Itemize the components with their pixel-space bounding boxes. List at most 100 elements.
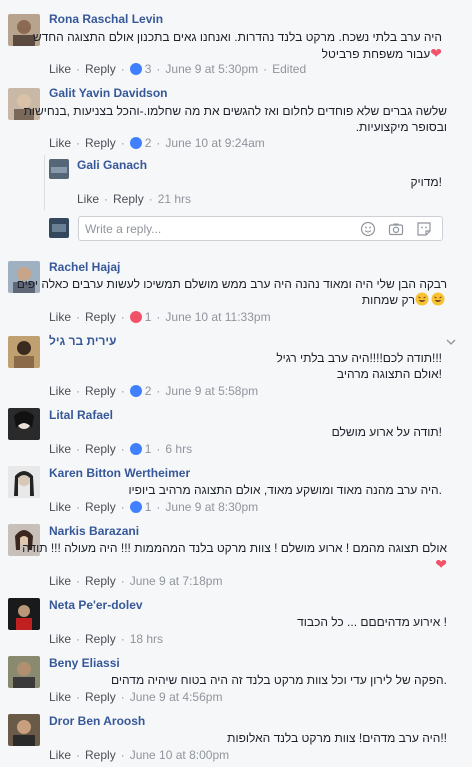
comment-text-line2: ובסופר מיקצועיות. [355, 120, 447, 134]
like-link[interactable]: Like [49, 136, 71, 150]
comment-text-line2: ❤ [435, 556, 447, 573]
like-link[interactable]: Like [49, 500, 71, 514]
laughing-emoji-icon [431, 292, 445, 306]
comment-actions: Like · Reply · June 10 at 8:00pm [49, 748, 230, 762]
timestamp[interactable]: June 10 at 8:00pm [130, 748, 229, 762]
chevron-down-icon[interactable] [446, 337, 456, 347]
commenter-name[interactable]: עירית בר גיל [49, 334, 116, 348]
comment-text: !!!תודה לכם!!!!היה ערב בלתי רגיל [276, 351, 442, 365]
comment-text: !תודה על ארוע מושלם [331, 425, 442, 439]
timestamp[interactable]: 21 hrs [158, 192, 191, 206]
comment-actions: Like · Reply · June 9 at 4:56pm [49, 690, 223, 704]
like-link[interactable]: Like [49, 62, 71, 76]
comment-text-line2: !אולם התצוגה מרהיב [336, 367, 442, 381]
comment-actions: Like · Reply · 2 · June 9 at 5:58pm [49, 384, 259, 398]
reply-link[interactable]: Reply [85, 136, 116, 150]
comment-actions: Like · Reply · 18 hrs [49, 632, 164, 646]
commenter-name[interactable]: Narkis Barazani [49, 524, 139, 538]
commenter-name[interactable]: Rona Raschal Levin [49, 12, 163, 26]
timestamp[interactable]: 6 hrs [165, 442, 192, 456]
comment-text-line2: ❤עבור משפחת פרביטל [321, 45, 442, 61]
avatar[interactable] [8, 656, 40, 688]
avatar[interactable] [8, 598, 40, 630]
commenter-name[interactable]: Lital Rafael [49, 408, 113, 422]
like-link[interactable]: Like [49, 690, 71, 704]
like-reaction-icon [129, 137, 142, 149]
timestamp[interactable]: 18 hrs [130, 632, 163, 646]
timestamp[interactable]: June 9 at 8:30pm [165, 500, 258, 514]
avatar[interactable] [49, 159, 69, 179]
timestamp[interactable]: June 9 at 4:56pm [130, 690, 223, 704]
commenter-name[interactable]: Gali Ganach [77, 158, 147, 172]
like-link[interactable]: Like [77, 192, 99, 206]
commenter-name[interactable]: Dror Ben Aroosh [49, 714, 145, 728]
comment-actions: Like · Reply · 1 · June 10 at 11:33pm [49, 310, 271, 324]
comment-text-line2: רק שמחות [362, 292, 447, 308]
like-link[interactable]: Like [49, 310, 71, 324]
comment-text: !מדויק [410, 175, 442, 189]
heart-emoji-icon: ❤ [435, 556, 447, 572]
comment-text: שלשה גברים שלא פוחדים לחלום ואז להגשים א… [23, 104, 447, 118]
comment-text: היה ערב בלתי נשכח. מרקט בלנד נהדרות. ואנ… [32, 30, 442, 44]
timestamp[interactable]: June 10 at 11:33pm [165, 310, 270, 324]
reaction-count[interactable]: 2 [145, 136, 152, 150]
comment-actions: Like · Reply · 2 · June 10 at 9:24am [49, 136, 265, 150]
reaction-count[interactable]: 1 [145, 310, 152, 324]
laughing-emoji-icon [415, 292, 429, 306]
avatar[interactable] [8, 466, 40, 498]
avatar[interactable] [8, 336, 40, 368]
comment-actions: Like · Reply · 3 · June 9 at 5:30pm · Edited [49, 62, 307, 76]
commenter-name[interactable]: Galit Yavin Davidson [49, 86, 168, 100]
reply-link[interactable]: Reply [85, 442, 116, 456]
reply-link[interactable]: Reply [85, 500, 116, 514]
commenter-name[interactable]: Neta Pe'er-dolev [49, 598, 143, 612]
reply-link[interactable]: Reply [85, 632, 116, 646]
comment-text: ! אירוע מדהיםםם ... כל הכבוד [297, 615, 447, 629]
thread-line [44, 155, 45, 210]
like-reaction-icon [129, 385, 142, 397]
avatar[interactable] [8, 408, 40, 440]
comment-actions: Like · Reply · June 9 at 7:18pm [49, 574, 223, 588]
current-user-avatar [49, 218, 69, 238]
edited-label[interactable]: Edited [272, 62, 306, 76]
like-reaction-icon [129, 63, 142, 75]
reaction-count[interactable]: 1 [145, 442, 152, 456]
like-link[interactable]: Like [49, 574, 71, 588]
reply-input[interactable] [85, 220, 345, 237]
heart-emoji-icon: ❤ [430, 45, 442, 61]
commenter-name[interactable]: Karen Bitton Wertheimer [49, 466, 190, 480]
comment-text: אולם תצוגה מהמם ! ארוע מושלם ! צוות מרקט… [22, 541, 447, 555]
comment-actions: Like · Reply · 1 · June 9 at 8:30pm [49, 500, 259, 514]
commenter-name[interactable]: Rachel Hajaj [49, 260, 120, 274]
love-reaction-icon [129, 311, 142, 323]
sticker-icon[interactable] [416, 221, 432, 237]
smile-icon[interactable] [360, 221, 376, 237]
comment-text: רבקה הבן שלי היה ומאוד נהנה היה ערב ממש … [16, 277, 447, 291]
commenter-name[interactable]: Beny Eliassi [49, 656, 120, 670]
like-reaction-icon [129, 501, 142, 513]
like-link[interactable]: Like [49, 442, 71, 456]
reply-link[interactable]: Reply [85, 310, 116, 324]
timestamp[interactable]: June 9 at 7:18pm [130, 574, 223, 588]
timestamp[interactable]: June 9 at 5:30pm [165, 62, 258, 76]
timestamp[interactable]: June 10 at 9:24am [165, 136, 264, 150]
reply-link[interactable]: Reply [85, 62, 116, 76]
reply-link[interactable]: Reply [85, 384, 116, 398]
camera-icon[interactable] [388, 221, 404, 237]
like-link[interactable]: Like [49, 632, 71, 646]
comment-actions: Like · Reply · 21 hrs [77, 192, 192, 206]
reaction-count[interactable]: 1 [145, 500, 152, 514]
like-link[interactable]: Like [49, 748, 71, 762]
reaction-count[interactable]: 3 [145, 62, 152, 76]
reply-link[interactable]: Reply [85, 748, 116, 762]
reply-link[interactable]: Reply [113, 192, 144, 206]
timestamp[interactable]: June 9 at 5:58pm [165, 384, 258, 398]
avatar[interactable] [8, 714, 40, 746]
reply-link[interactable]: Reply [85, 690, 116, 704]
reaction-count[interactable]: 2 [145, 384, 152, 398]
like-link[interactable]: Like [49, 384, 71, 398]
comment-actions: Like · Reply · 1 · 6 hrs [49, 442, 193, 456]
comment-text: !!היה ערב מדהים! צוות מרקט בלנד האלופות [227, 731, 447, 745]
comment-text: .הפקה של לירון עדי וכל צוות מרקט בלנד זה… [111, 673, 447, 687]
reply-link[interactable]: Reply [85, 574, 116, 588]
